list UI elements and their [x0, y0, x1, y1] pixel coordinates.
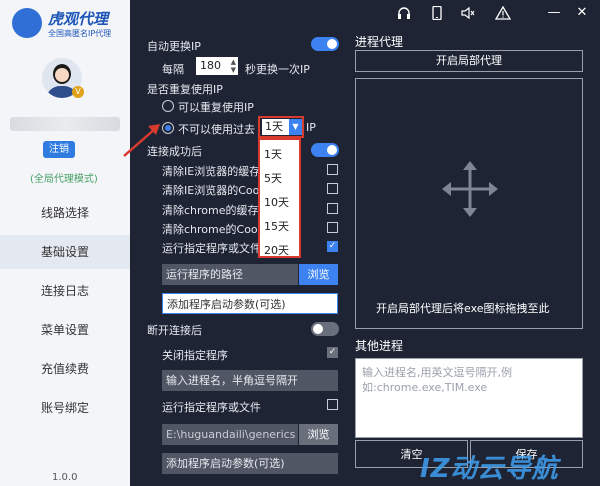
watermark: IZ动云导航: [420, 454, 559, 484]
days-option[interactable]: 10天: [264, 194, 289, 210]
stepper-arrows-icon[interactable]: ▲ ▼: [231, 58, 236, 74]
repeat-no-suffix: IP: [306, 121, 316, 134]
sidebar-item-basic-settings[interactable]: 基础设置: [0, 235, 130, 269]
minimize-button[interactable]: —: [546, 6, 562, 20]
after-disconnect-toggle[interactable]: [311, 322, 339, 336]
move-icon: [442, 161, 498, 217]
repeat-yes-radio[interactable]: [162, 100, 174, 112]
browse-button[interactable]: 浏览: [299, 264, 338, 285]
repeat-no-label: 不可以使用过去: [178, 123, 255, 136]
clear-chrome-cookie-label: 清除chrome的Coo: [162, 223, 258, 236]
clear-chrome-cookie-checkbox[interactable]: [327, 222, 338, 233]
every-label: 每隔: [162, 63, 184, 76]
username-blurred: [10, 117, 120, 131]
repeat-no-radio[interactable]: [162, 122, 174, 134]
add-params-input[interactable]: 添加程序启动参数(可选): [162, 293, 338, 314]
days-option[interactable]: 15天: [264, 218, 289, 234]
process-name-input[interactable]: 输入进程名，半角逗号隔开: [162, 370, 338, 391]
close-button[interactable]: ✕: [574, 6, 590, 20]
drop-hint: 开启局部代理后将exe图标拖拽至此: [376, 302, 550, 315]
exe-drop-zone[interactable]: [355, 78, 583, 329]
run-program-checkbox-2[interactable]: [327, 399, 338, 410]
auto-switch-toggle[interactable]: [311, 37, 339, 51]
add-params-input-2[interactable]: 添加程序启动参数(可选): [162, 453, 338, 474]
after-connect-label: 连接成功后: [147, 145, 202, 158]
tiger-logo-icon: [12, 8, 42, 38]
clear-chrome-cache-checkbox[interactable]: [327, 203, 338, 214]
days-option[interactable]: 1天: [264, 146, 282, 162]
speaker-icon[interactable]: [460, 6, 476, 20]
warning-icon[interactable]: [494, 5, 512, 20]
close-program-checkbox[interactable]: ✓: [327, 347, 338, 358]
clear-ie-cache-checkbox[interactable]: [327, 164, 338, 175]
clear-ie-cache-label: 清除IE浏览器的缓存: [162, 165, 261, 178]
program-path-input[interactable]: 运行程序的路径: [162, 264, 298, 285]
sidebar: 虎观代理 全国高匿名IP代理 V 注销 (全局代理模式) 线路选择 基础设置 连…: [0, 0, 130, 486]
headset-icon[interactable]: [396, 6, 412, 20]
run-program-label-2: 运行指定程序或文件: [162, 401, 261, 414]
brand-tagline: 全国高匿名IP代理: [48, 29, 112, 38]
sidebar-item-menu-settings[interactable]: 菜单设置: [0, 313, 130, 347]
sidebar-item-account-binding[interactable]: 账号绑定: [0, 391, 130, 425]
repeat-label: 是否重复使用IP: [147, 83, 223, 96]
logout-button[interactable]: 注销: [43, 141, 75, 158]
run-program-checkbox[interactable]: ✓: [327, 241, 338, 252]
after-disconnect-label: 断开连接后: [147, 324, 202, 337]
days-option[interactable]: 5天: [264, 170, 282, 186]
brand-name: 虎观代理: [48, 10, 109, 28]
proxy-mode-label: (全局代理模式): [30, 174, 98, 185]
clear-ie-cookie-label: 清除IE浏览器的Coo: [162, 184, 260, 197]
other-process-input[interactable]: 输入进程名,用英文逗号隔开,例如:chrome.exe,TIM.exe: [355, 358, 583, 438]
repeat-yes-label: 可以重复使用IP: [178, 101, 254, 114]
vip-badge: V: [72, 86, 84, 98]
mobile-icon[interactable]: [429, 5, 445, 21]
interval-value: 180: [200, 59, 221, 72]
brand-logo: 虎观代理 全国高匿名IP代理: [8, 4, 128, 40]
sidebar-item-connection-log[interactable]: 连接日志: [0, 274, 130, 308]
run-program-label: 运行指定程序或文件: [162, 242, 261, 255]
sidebar-item-route[interactable]: 线路选择: [0, 196, 130, 230]
program-path-input-2[interactable]: E:\huguandaili\generics: [162, 424, 298, 445]
process-proxy-title: 进程代理: [355, 35, 404, 49]
other-process-title: 其他进程: [355, 339, 404, 353]
clear-chrome-cache-label: 清除chrome的缓存: [162, 204, 259, 217]
after-connect-toggle[interactable]: [311, 143, 339, 157]
interval-stepper[interactable]: 180 ▲ ▼: [196, 57, 238, 75]
days-dropdown-list: 1天 5天 10天 15天 20天: [258, 138, 301, 258]
browse-button-2[interactable]: 浏览: [299, 424, 338, 445]
days-option[interactable]: 20天: [264, 242, 289, 258]
interval-suffix: 秒更换一次IP: [245, 63, 310, 76]
days-select-highlight: [258, 116, 304, 138]
sidebar-item-recharge[interactable]: 充值续费: [0, 352, 130, 386]
clear-ie-cookie-checkbox[interactable]: [327, 183, 338, 194]
auto-switch-label: 自动更换IP: [147, 40, 201, 53]
open-local-proxy-button[interactable]: 开启局部代理: [355, 50, 583, 72]
version-label: 1.0.0: [52, 472, 78, 483]
close-program-label: 关闭指定程序: [162, 349, 228, 362]
